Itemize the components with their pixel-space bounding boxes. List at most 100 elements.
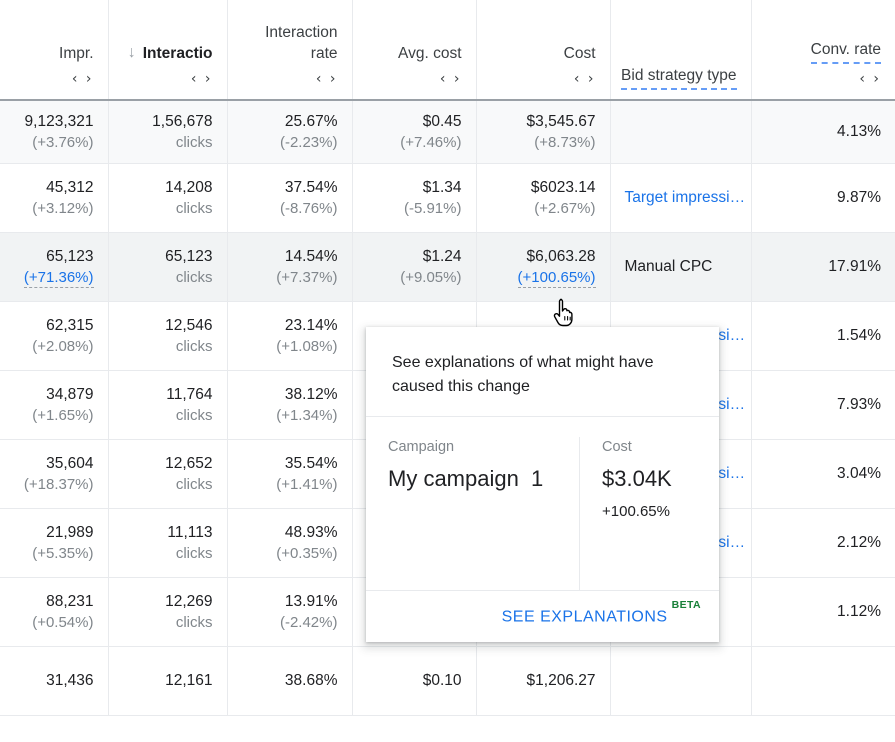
column-resize-handle-avgcost[interactable]: ‹ › bbox=[367, 69, 462, 90]
cell-value: 11,113 bbox=[123, 522, 213, 543]
cell-value: 65,123 bbox=[14, 246, 94, 267]
change-percent-link[interactable]: (+100.65%) bbox=[518, 268, 596, 288]
cell-subvalue-wrap: (+1.65%) bbox=[14, 405, 94, 426]
cell-impr: 88,231(+0.54%) bbox=[0, 577, 108, 646]
table-row[interactable]: 9,123,321(+3.76%)1,56,678clicks25.67%(-2… bbox=[0, 100, 895, 163]
column-header-convrate[interactable]: Conv. rate ‹ › bbox=[751, 0, 895, 100]
campaign-value: My campaign 1 bbox=[388, 464, 557, 494]
cell-value: 1,56,678 bbox=[123, 111, 213, 132]
cell-subvalue-wrap: clicks bbox=[123, 543, 213, 564]
cell-subvalue-wrap: (+8.73%) bbox=[491, 132, 596, 153]
cell-value: 12,161 bbox=[123, 670, 213, 691]
cell-bid: Manual CPC bbox=[610, 232, 751, 301]
column-header-label-row-intrate: Interaction rate bbox=[242, 22, 338, 64]
change-percent-text: (+2.08%) bbox=[14, 336, 94, 357]
change-percent-text: clicks bbox=[123, 612, 213, 633]
cell-value: 11,764 bbox=[123, 384, 213, 405]
cell-value: 14.54% bbox=[242, 246, 338, 267]
cell-subvalue-wrap: clicks bbox=[123, 267, 213, 288]
column-header-text-interactions: Interactio bbox=[143, 43, 213, 64]
cell-convrate: 1.54% bbox=[751, 301, 895, 370]
cell-intrate: 38.12%(+1.34%) bbox=[227, 370, 352, 439]
table-row[interactable]: 65,123(+71.36%)65,123clicks14.54%(+7.37%… bbox=[0, 232, 895, 301]
column-header-intrate[interactable]: Interaction rate ‹ › bbox=[227, 0, 352, 100]
sort-descending-arrow-icon[interactable]: ↓ bbox=[128, 45, 136, 61]
cell-value: 17.91% bbox=[766, 256, 882, 277]
column-header-label-row-convrate: Conv. rate bbox=[766, 39, 882, 64]
change-percent-text: clicks bbox=[123, 474, 213, 495]
column-header-avgcost[interactable]: Avg. cost‹ › bbox=[352, 0, 476, 100]
cell-interactions: 12,652clicks bbox=[108, 439, 227, 508]
cell-convrate bbox=[751, 646, 895, 715]
column-header-bid[interactable]: Bid strategy type bbox=[610, 0, 751, 100]
change-percent-text: (+1.34%) bbox=[242, 405, 338, 426]
change-percent-text: (+8.73%) bbox=[491, 132, 596, 153]
cost-value: $3.04K bbox=[602, 464, 697, 494]
cell-value: 38.68% bbox=[242, 670, 338, 691]
cell-value: 9.87% bbox=[766, 187, 882, 208]
cell-value: 14,208 bbox=[123, 177, 213, 198]
column-header-text-cost: Cost bbox=[564, 43, 596, 64]
change-percent-text: clicks bbox=[123, 198, 213, 219]
table-row[interactable]: 45,312(+3.12%)14,208clicks37.54%(-8.76%)… bbox=[0, 163, 895, 232]
cell-avgcost: $0.10 bbox=[352, 646, 476, 715]
campaign-column: Campaign My campaign 1 bbox=[366, 437, 579, 590]
cell-impr: 9,123,321(+3.76%) bbox=[0, 100, 108, 163]
cell-avgcost: $0.45(+7.46%) bbox=[352, 100, 476, 163]
column-header-cost[interactable]: Cost ‹ › bbox=[476, 0, 610, 100]
column-resize-handle-interactions[interactable]: ‹ › bbox=[123, 69, 213, 90]
table-row[interactable]: 31,436 12,161 38.68% $0.10 $1,206.27 bbox=[0, 646, 895, 715]
column-resize-handle-cost[interactable]: ‹ › bbox=[491, 69, 596, 90]
cell-value: 21,989 bbox=[14, 522, 94, 543]
cell-intrate: 37.54%(-8.76%) bbox=[227, 163, 352, 232]
beta-badge: BETA bbox=[672, 599, 701, 611]
column-resize-handle-impr[interactable]: ‹ › bbox=[14, 69, 94, 90]
change-percent-text: clicks bbox=[123, 336, 213, 357]
cell-subvalue-wrap: (+71.36%) bbox=[14, 267, 94, 288]
change-percent-text: (-2.42%) bbox=[242, 612, 338, 633]
column-header-interactions[interactable]: ↓ Interactio ‹ › bbox=[108, 0, 227, 100]
explanations-headline-section: See explanations of what might have caus… bbox=[366, 327, 719, 417]
cell-subvalue-wrap: (+2.08%) bbox=[14, 336, 94, 357]
bid-strategy-link[interactable]: Target impressi… bbox=[625, 189, 746, 206]
change-percent-text: clicks bbox=[123, 267, 213, 288]
cell-value: 31,436 bbox=[14, 670, 94, 691]
cell-subvalue-wrap: (-2.42%) bbox=[242, 612, 338, 633]
cell-subvalue-wrap: (+9.05%) bbox=[367, 267, 462, 288]
cell-value: $0.10 bbox=[367, 670, 462, 691]
column-resize-handle-intrate[interactable]: ‹ › bbox=[242, 69, 338, 90]
cell-cost: $6023.14(+2.67%) bbox=[476, 163, 610, 232]
explanations-tooltip-card: See explanations of what might have caus… bbox=[366, 327, 719, 642]
cell-avgcost: $1.34(-5.91%) bbox=[352, 163, 476, 232]
change-percent-text: (-5.91%) bbox=[367, 198, 462, 219]
cell-subvalue-wrap: (+5.35%) bbox=[14, 543, 94, 564]
cell-value: $6023.14 bbox=[491, 177, 596, 198]
explanations-footer: SEE EXPLANATIONSBETA bbox=[366, 590, 719, 642]
cell-bid bbox=[610, 100, 751, 163]
change-percent-text: (+3.12%) bbox=[14, 198, 94, 219]
cell-subvalue-wrap: (+3.76%) bbox=[14, 132, 94, 153]
change-percent-text: clicks bbox=[123, 405, 213, 426]
table-header-row: Impr.‹ › ↓ Interactio ‹ › Interaction rate ‹ … bbox=[0, 0, 895, 100]
cell-subvalue-wrap: clicks bbox=[123, 336, 213, 357]
cell-value: $6,063.28 bbox=[491, 246, 596, 267]
see-explanations-button[interactable]: SEE EXPLANATIONSBETA bbox=[502, 606, 701, 626]
cell-convrate: 17.91% bbox=[751, 232, 895, 301]
change-percent-link[interactable]: (+71.36%) bbox=[24, 268, 94, 288]
column-header-text-intrate: Interaction rate bbox=[242, 22, 338, 64]
column-resize-handle-convrate[interactable]: ‹ › bbox=[766, 69, 882, 90]
cell-subvalue-wrap: clicks bbox=[123, 474, 213, 495]
cell-subvalue-wrap: (+3.12%) bbox=[14, 198, 94, 219]
cell-value: 62,315 bbox=[14, 315, 94, 336]
cell-value: 35.54% bbox=[242, 453, 338, 474]
cost-label: Cost bbox=[602, 437, 697, 457]
cell-value: 1.54% bbox=[766, 325, 882, 346]
cell-value: 48.93% bbox=[242, 522, 338, 543]
column-header-impr[interactable]: Impr.‹ › bbox=[0, 0, 108, 100]
change-percent-text: (+7.46%) bbox=[367, 132, 462, 153]
cell-convrate: 1.12% bbox=[751, 577, 895, 646]
cell-subvalue-wrap: clicks bbox=[123, 132, 213, 153]
cell-intrate: 38.68% bbox=[227, 646, 352, 715]
cell-cost: $1,206.27 bbox=[476, 646, 610, 715]
change-percent-text: (+2.67%) bbox=[491, 198, 596, 219]
